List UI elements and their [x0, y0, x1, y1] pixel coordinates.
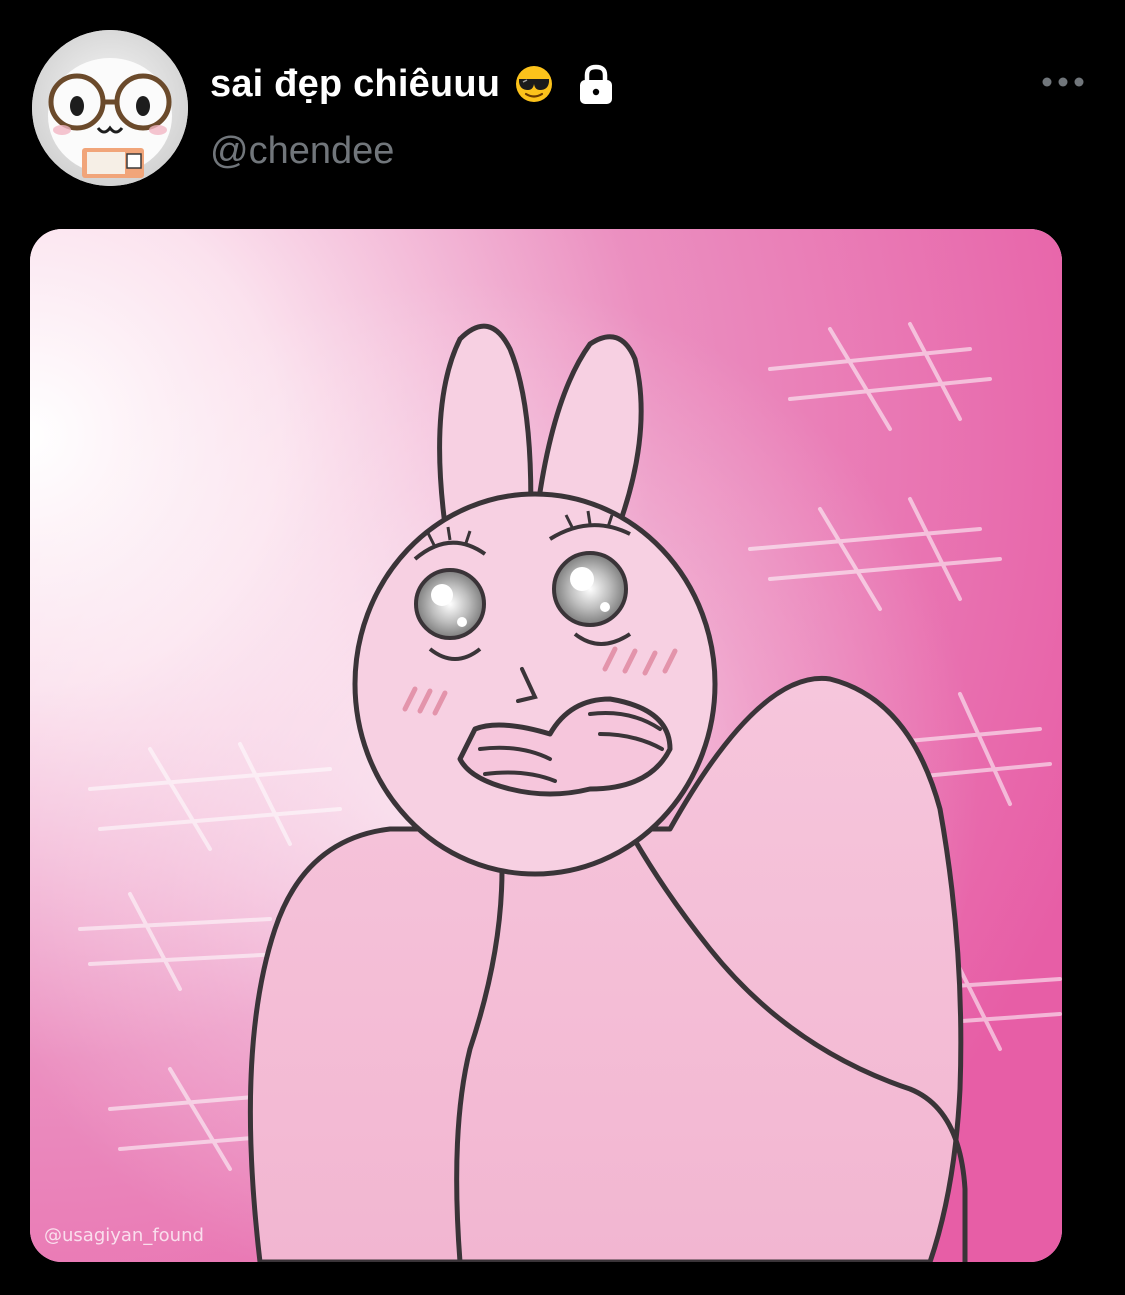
- avatar-image: [32, 30, 188, 186]
- more-options-icon: [1042, 77, 1084, 87]
- media-watermark: @usagiyan_found: [44, 1225, 204, 1246]
- author-name-row: sai đẹp chiêuuu: [210, 58, 618, 110]
- avatar[interactable]: [32, 30, 188, 186]
- post-header: sai đẹp chiêuuu @chendee: [0, 0, 1125, 220]
- author-handle[interactable]: @chendee: [210, 130, 394, 173]
- post-view: sai đẹp chiêuuu @chendee @usagiyan_found: [0, 0, 1125, 1295]
- more-options-button[interactable]: [1034, 62, 1092, 102]
- smiling-face-with-sunglasses-icon: [514, 64, 554, 104]
- lock-icon: [574, 62, 618, 106]
- post-media-image[interactable]: @usagiyan_found: [30, 229, 1062, 1262]
- author-display-name[interactable]: sai đẹp chiêuuu: [210, 63, 500, 106]
